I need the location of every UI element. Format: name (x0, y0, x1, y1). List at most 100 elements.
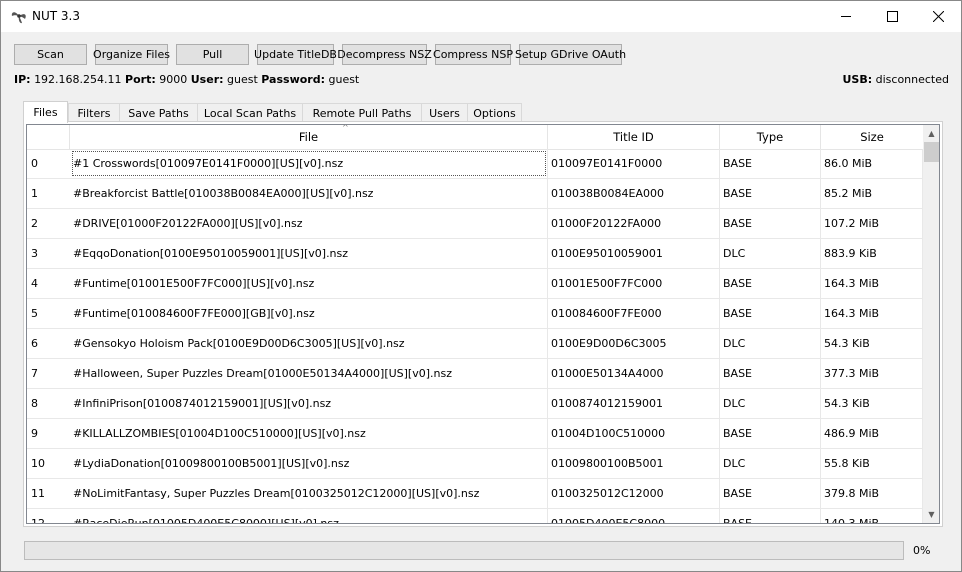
title-bar[interactable]: NUT 3.3 (1, 1, 961, 32)
pull-button[interactable]: Pull (176, 44, 249, 65)
row-number: 0 (31, 157, 38, 170)
tab-local-scan-paths[interactable]: Local Scan Paths (197, 103, 303, 122)
cell-id[interactable]: 01004D100C510000 (548, 419, 720, 448)
cell-size[interactable]: 86.0 MiB (821, 149, 923, 178)
cell-size[interactable]: 107.2 MiB (821, 209, 923, 238)
cell-size[interactable]: 54.3 KiB (821, 389, 923, 418)
table-row[interactable]: 5 #Funtime[010084600F7FE000][GB][v0].nsz 0… (27, 299, 923, 329)
cell-size[interactable]: 54.3 KiB (821, 329, 923, 358)
cell-file[interactable]: #Breakforcist Battle[010038B0084EA000][U… (70, 179, 548, 208)
cell-type[interactable]: BASE (720, 509, 821, 523)
cell-id[interactable]: 0100325012C12000 (548, 479, 720, 508)
cell-type[interactable]: DLC (720, 449, 821, 478)
tab-users[interactable]: Users (421, 103, 468, 122)
cell-file[interactable]: #DRIVE[01000F20122FA000][US][v0].nsz (70, 209, 548, 238)
cell-size[interactable]: 55.8 KiB (821, 449, 923, 478)
cell-type[interactable]: BASE (720, 479, 821, 508)
cell-file[interactable]: #Funtime[01001E500F7FC000][US][v0].nsz (70, 269, 548, 298)
cell-id[interactable]: 01005D400E5C8000 (548, 509, 720, 523)
cell-file[interactable]: #Gensokyo Holoism Pack[0100E9D00D6C3005]… (70, 329, 548, 358)
table-row[interactable]: 1 #Breakforcist Battle[010038B0084EA000][… (27, 179, 923, 209)
column-header-file-label: File (298, 130, 319, 144)
cell-file[interactable]: #1 Crosswords[010097E0141F0000][US][v0].… (70, 149, 548, 178)
cell-file[interactable]: #NoLimitFantasy, Super Puzzles Dream[010… (70, 479, 548, 508)
tab-save-paths[interactable]: Save Paths (119, 103, 198, 122)
column-header-type[interactable]: Type (720, 125, 821, 149)
tab-files[interactable]: Files (23, 101, 68, 123)
cell-file[interactable]: #Halloween, Super Puzzles Dream[01000E50… (70, 359, 548, 388)
cell-type[interactable]: BASE (720, 299, 821, 328)
cell-size[interactable]: 379.8 MiB (821, 479, 923, 508)
setup-gdrive-oauth-button[interactable]: Setup GDrive OAuth (515, 44, 626, 65)
cell-id[interactable]: 0100E95010059001 (548, 239, 720, 268)
cell-type[interactable]: DLC (720, 389, 821, 418)
cell-id[interactable]: 010084600F7FE000 (548, 299, 720, 328)
cell-id[interactable]: 0100E9D00D6C3005 (548, 329, 720, 358)
table-row[interactable]: 4 #Funtime[01001E500F7FC000][US][v0].nsz 0… (27, 269, 923, 299)
row-number: 9 (31, 427, 38, 440)
cell-id[interactable]: 01000E50134A4000 (548, 359, 720, 388)
row-number: 2 (31, 217, 38, 230)
maximize-button[interactable] (869, 1, 915, 32)
cell-type[interactable]: BASE (720, 419, 821, 448)
cell-size[interactable]: 486.9 MiB (821, 419, 923, 448)
column-header-title-id[interactable]: Title ID (548, 125, 720, 149)
table-row[interactable]: 10 #LydiaDonation[01009800100B5001][US][v… (27, 449, 923, 479)
table-row[interactable]: 9 #KILLALLZOMBIES[01004D100C510000][US][v… (27, 419, 923, 449)
cell-file[interactable]: #EqqoDonation[0100E95010059001][US][v0].… (70, 239, 548, 268)
tab-remote-pull-paths[interactable]: Remote Pull Paths (302, 103, 422, 122)
cell-type[interactable]: BASE (720, 179, 821, 208)
cell-id[interactable]: 010038B0084EA000 (548, 179, 720, 208)
cell-type[interactable]: BASE (720, 269, 821, 298)
cell-file[interactable]: #KILLALLZOMBIES[01004D100C510000][US][v0… (70, 419, 548, 448)
cell-size[interactable]: 140.3 MiB (821, 509, 923, 523)
table-row[interactable]: 7 #Halloween, Super Puzzles Dream[01000E5… (27, 359, 923, 389)
column-header-size[interactable]: Size (821, 125, 923, 149)
cell-file[interactable]: #InfiniPrison[0100874012159001][US][v0].… (70, 389, 548, 418)
table-row[interactable]: 6 #Gensokyo Holoism Pack[0100E9D00D6C3005… (27, 329, 923, 359)
compress-nsp-button[interactable]: Compress NSP (433, 44, 513, 65)
scroll-up-icon[interactable]: ▲ (923, 125, 939, 142)
tab-filters[interactable]: Filters (68, 103, 120, 122)
usb-status: USB: disconnected (842, 73, 949, 86)
cell-id[interactable]: 0100874012159001 (548, 389, 720, 418)
cell-type[interactable]: BASE (720, 209, 821, 238)
scan-button[interactable]: Scan (14, 44, 87, 65)
minimize-icon (840, 16, 851, 17)
close-button[interactable] (915, 1, 961, 32)
cell-file[interactable]: #LydiaDonation[01009800100B5001][US][v0]… (70, 449, 548, 478)
column-header-file[interactable]: ^ File (70, 125, 548, 149)
cell-id[interactable]: 01001E500F7FC000 (548, 269, 720, 298)
cell-file[interactable]: #Funtime[010084600F7FE000][GB][v0].nsz (70, 299, 548, 328)
cell-type[interactable]: BASE (720, 359, 821, 388)
vertical-scrollbar[interactable]: ▲ ▼ (923, 125, 939, 523)
tab-options[interactable]: Options (467, 103, 522, 122)
cell-id[interactable]: 01009800100B5001 (548, 449, 720, 478)
update-titledb-button[interactable]: Update TitleDB (254, 44, 337, 65)
cell-type[interactable]: DLC (720, 329, 821, 358)
cell-size[interactable]: 377.3 MiB (821, 359, 923, 388)
cell-size[interactable]: 164.3 MiB (821, 299, 923, 328)
minimize-button[interactable] (823, 1, 869, 32)
cell-id[interactable]: 01000F20122FA000 (548, 209, 720, 238)
row-number: 11 (31, 487, 45, 500)
table-row[interactable]: 11 #NoLimitFantasy, Super Puzzles Dream[0… (27, 479, 923, 509)
organize-files-button[interactable]: Organize Files (93, 44, 170, 65)
scroll-down-icon[interactable]: ▼ (923, 506, 939, 523)
decompress-nsz-button[interactable]: Decompress NSZ (337, 44, 432, 65)
cell-size[interactable]: 883.9 KiB (821, 239, 923, 268)
cell-id[interactable]: 010097E0141F0000 (548, 149, 720, 178)
table-row[interactable]: 2 #DRIVE[01000F20122FA000][US][v0].nsz 010… (27, 209, 923, 239)
cell-size[interactable]: 164.3 MiB (821, 269, 923, 298)
port-label: Port: (125, 73, 156, 86)
table-row[interactable]: 0 #1 Crosswords[010097E0141F0000][US][v0]… (27, 149, 923, 179)
cell-file[interactable]: #RaceDieRun[01005D400E5C8000][US][v0].ns… (70, 509, 548, 523)
table-row[interactable]: 12 #RaceDieRun[01005D400E5C8000][US][v0].… (27, 509, 923, 523)
cell-type[interactable]: DLC (720, 239, 821, 268)
files-table[interactable]: ^ File Title ID Type Size 0 #1 Crosswords… (26, 124, 940, 524)
table-row[interactable]: 8 #InfiniPrison[0100874012159001][US][v0]… (27, 389, 923, 419)
table-row[interactable]: 3 #EqqoDonation[0100E95010059001][US][v0]… (27, 239, 923, 269)
scrollbar-thumb[interactable] (924, 142, 939, 162)
cell-size[interactable]: 85.2 MiB (821, 179, 923, 208)
cell-type[interactable]: BASE (720, 149, 821, 178)
